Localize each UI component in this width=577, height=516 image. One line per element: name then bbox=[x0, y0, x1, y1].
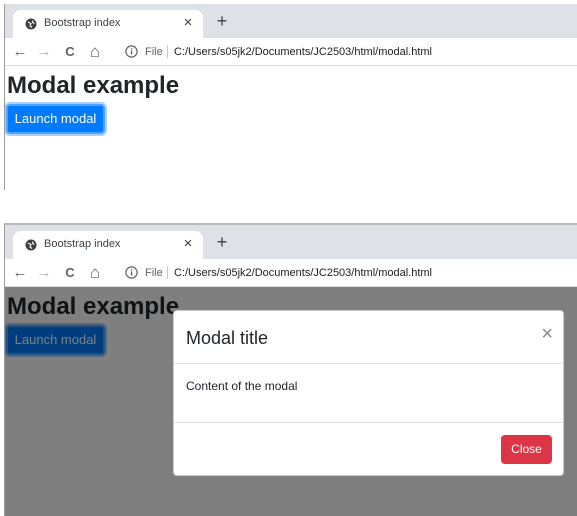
browser-tab[interactable]: Bootstrap index × bbox=[13, 231, 203, 259]
home-icon[interactable]: ⌂ bbox=[86, 43, 104, 61]
info-icon[interactable] bbox=[125, 266, 138, 279]
page-viewport: Modal example Launch modal Modal title ×… bbox=[5, 287, 577, 516]
browser-window-after: Bootstrap index × + ← → C ⌂ File C:/User… bbox=[4, 223, 577, 516]
url-text[interactable]: C:/Users/s05jk2/Documents/JC2503/html/mo… bbox=[174, 46, 432, 58]
launch-modal-button[interactable]: Launch modal bbox=[6, 104, 105, 134]
globe-icon bbox=[25, 18, 37, 30]
modal-header: Modal title × bbox=[174, 311, 563, 364]
address-bar[interactable]: File C:/Users/s05jk2/Documents/JC2503/ht… bbox=[117, 41, 577, 63]
file-scheme-label: File bbox=[145, 267, 163, 279]
back-icon[interactable]: ← bbox=[11, 43, 29, 61]
new-tab-button[interactable]: + bbox=[213, 233, 231, 252]
modal-dialog: Modal title × Content of the modal Close bbox=[173, 310, 564, 476]
forward-icon[interactable]: → bbox=[35, 264, 53, 282]
tab-strip: Bootstrap index × + bbox=[5, 4, 577, 38]
tab-close-icon[interactable]: × bbox=[179, 235, 197, 253]
url-text[interactable]: C:/Users/s05jk2/Documents/JC2503/html/mo… bbox=[174, 267, 432, 279]
modal-close-icon[interactable]: × bbox=[541, 324, 553, 344]
reload-icon[interactable]: C bbox=[61, 43, 79, 61]
file-scheme-label: File bbox=[145, 46, 163, 58]
home-icon[interactable]: ⌂ bbox=[86, 264, 104, 282]
globe-icon bbox=[25, 239, 37, 251]
modal-title: Modal title bbox=[186, 328, 269, 348]
browser-window-before: Bootstrap index × + ← → C ⌂ File C:/User… bbox=[4, 4, 577, 190]
modal-close-button[interactable]: Close bbox=[501, 435, 552, 464]
omnibox-divider bbox=[167, 45, 168, 58]
modal-body: Content of the modal bbox=[186, 379, 298, 393]
new-tab-button[interactable]: + bbox=[213, 12, 231, 31]
back-icon[interactable]: ← bbox=[11, 264, 29, 282]
browser-toolbar: ← → C ⌂ File C:/Users/s05jk2/Documents/J… bbox=[5, 38, 577, 66]
forward-icon[interactable]: → bbox=[35, 43, 53, 61]
tab-strip: Bootstrap index × + bbox=[5, 225, 577, 259]
modal-footer: Close bbox=[174, 422, 563, 476]
browser-toolbar: ← → C ⌂ File C:/Users/s05jk2/Documents/J… bbox=[5, 259, 577, 287]
reload-icon[interactable]: C bbox=[61, 264, 79, 282]
info-icon[interactable] bbox=[125, 45, 138, 58]
tab-title: Bootstrap index bbox=[44, 17, 121, 29]
page-heading: Modal example bbox=[7, 72, 180, 99]
tab-title: Bootstrap index bbox=[44, 238, 121, 250]
tab-close-icon[interactable]: × bbox=[179, 14, 197, 32]
browser-tab[interactable]: Bootstrap index × bbox=[13, 10, 203, 38]
address-bar[interactable]: File C:/Users/s05jk2/Documents/JC2503/ht… bbox=[117, 262, 577, 284]
page-viewport: Modal example Launch modal bbox=[5, 66, 577, 190]
omnibox-divider bbox=[167, 266, 168, 279]
